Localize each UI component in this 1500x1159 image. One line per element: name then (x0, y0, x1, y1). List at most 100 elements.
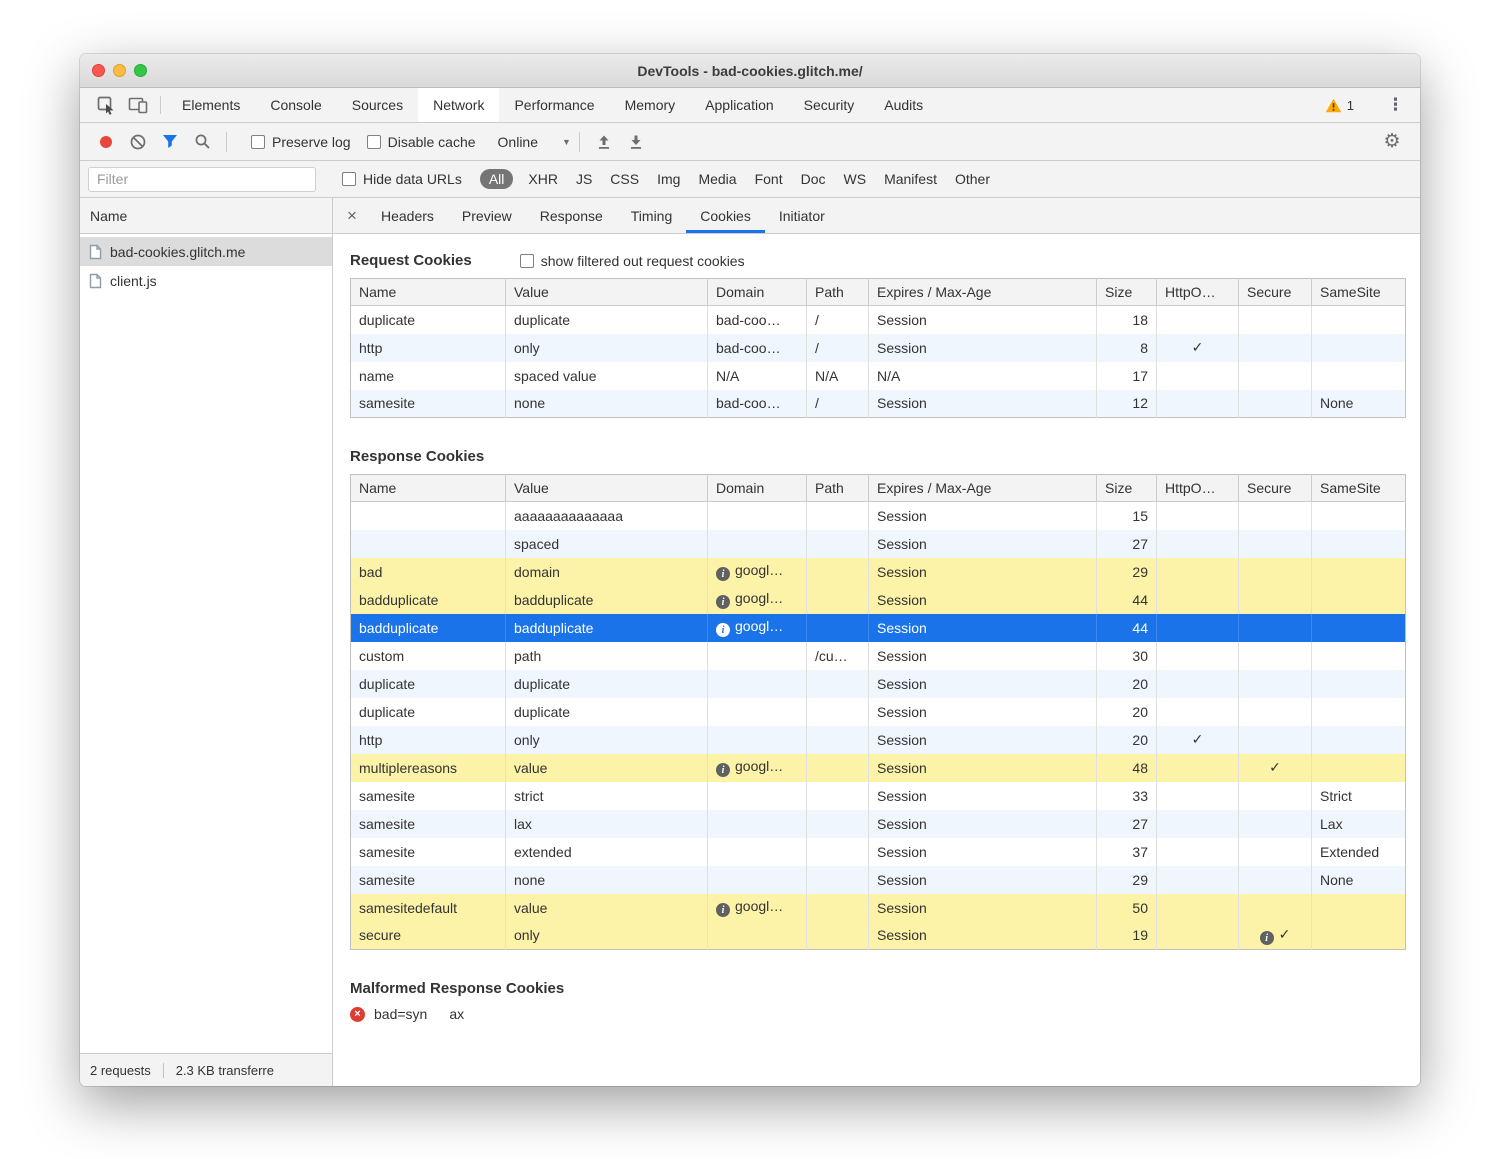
main-tab[interactable]: Memory (610, 88, 691, 122)
cookie-row[interactable]: name spaced value iN/A N/A N/A 17 (351, 362, 1406, 390)
detail-tab[interactable]: Initiator (765, 198, 839, 233)
checkbox-box[interactable] (251, 135, 265, 149)
column-header[interactable]: SameSite (1312, 475, 1406, 502)
cookie-row[interactable]: samesite strict i Session 33 i (351, 782, 1406, 810)
cookie-value: none (506, 390, 708, 418)
main-tab[interactable]: Elements (167, 88, 255, 122)
clear-button[interactable] (122, 133, 154, 151)
resource-type-filter[interactable]: XHR (528, 171, 558, 187)
request-row[interactable]: bad-cookies.glitch.me (80, 237, 332, 266)
cookie-row[interactable]: duplicate duplicate ibad-coo… / Session … (351, 306, 1406, 334)
cookie-row[interactable]: samesite extended i Session 37 (351, 838, 1406, 866)
cookie-row[interactable]: badduplicate badduplicate igoogl… Sessio… (351, 614, 1406, 642)
cookie-size: 27 (1097, 810, 1157, 838)
column-header[interactable]: Path (807, 475, 869, 502)
cookie-row[interactable]: badduplicate badduplicate igoogl… Sessio… (351, 586, 1406, 614)
column-header[interactable]: Domain (708, 475, 807, 502)
import-har-icon[interactable] (588, 134, 620, 150)
resource-type-filter[interactable]: Font (755, 171, 783, 187)
cookie-domain: iN/A (708, 362, 807, 390)
checkbox-box[interactable] (367, 135, 381, 149)
requests-column-header[interactable]: Name (80, 198, 332, 234)
request-row[interactable]: client.js (80, 266, 332, 295)
hide-data-urls-checkbox[interactable]: Hide data URLs (342, 171, 462, 187)
device-toolbar-icon[interactable] (122, 88, 154, 122)
filter-icon[interactable] (154, 134, 186, 149)
resource-type-filter[interactable]: Img (657, 171, 680, 187)
close-icon[interactable]: × (337, 198, 367, 233)
column-header[interactable]: Domain (708, 279, 807, 306)
cookie-row[interactable]: secure only i Session 19 i✓ (351, 922, 1406, 950)
column-header[interactable]: Value (506, 279, 708, 306)
checkbox-box[interactable] (520, 254, 534, 268)
cookie-row[interactable]: duplicate duplicate i Session 20 (351, 670, 1406, 698)
settings-gear-icon[interactable]: ⚙ (1374, 130, 1410, 153)
resource-type-filter[interactable]: Other (955, 171, 990, 187)
cookie-row[interactable]: custom path i /cu… Session 30 i (351, 642, 1406, 670)
cookie-row[interactable]: samesite none ibad-coo… / Session 12 (351, 390, 1406, 418)
cookie-value: spaced (506, 530, 708, 558)
resource-type-filter[interactable]: CSS (610, 171, 639, 187)
divider (226, 132, 227, 152)
column-header[interactable]: Size (1097, 279, 1157, 306)
column-header[interactable]: Name (351, 279, 506, 306)
kebab-menu-icon[interactable]: ⋮ (1375, 95, 1416, 115)
throttling-dropdown[interactable]: Online ▼ (498, 134, 571, 150)
cookie-row[interactable]: aaaaaaaaaaaaaa i Session 15 i (351, 502, 1406, 530)
main-tab[interactable]: Network (418, 88, 499, 122)
main-tab[interactable]: Performance (499, 88, 609, 122)
export-har-icon[interactable] (620, 134, 652, 150)
column-header[interactable]: Path (807, 279, 869, 306)
minimize-window-button[interactable] (113, 64, 126, 77)
filter-input[interactable] (88, 167, 316, 192)
zoom-window-button[interactable] (134, 64, 147, 77)
main-tab[interactable]: Console (255, 88, 336, 122)
column-header[interactable]: HttpO… (1157, 279, 1239, 306)
checkbox-box[interactable] (342, 172, 356, 186)
cookie-path (807, 754, 869, 782)
inspect-element-icon[interactable] (90, 88, 122, 122)
main-tab[interactable]: Security (789, 88, 870, 122)
column-header[interactable]: Expires / Max-Age (869, 279, 1097, 306)
record-button[interactable] (90, 136, 122, 148)
column-header[interactable]: Secure (1239, 279, 1312, 306)
column-header[interactable]: Size (1097, 475, 1157, 502)
detail-tab[interactable]: Preview (448, 198, 526, 233)
cookie-samesite (1312, 362, 1406, 390)
column-header[interactable]: HttpO… (1157, 475, 1239, 502)
cookie-row[interactable]: duplicate duplicate i Session 20 (351, 698, 1406, 726)
resource-type-filter[interactable]: JS (576, 171, 592, 187)
disable-cache-checkbox[interactable]: Disable cache (367, 134, 476, 150)
detail-tab[interactable]: Cookies (686, 198, 765, 233)
cookie-row[interactable]: multiplereasons value igoogl… Session 48 (351, 754, 1406, 782)
column-header[interactable]: Secure (1239, 475, 1312, 502)
resource-type-filter[interactable]: Doc (801, 171, 826, 187)
main-tab[interactable]: Audits (869, 88, 938, 122)
main-tab[interactable]: Sources (337, 88, 418, 122)
cookie-row[interactable]: samesite lax i Session 27 i (351, 810, 1406, 838)
cookie-row[interactable]: http only i Session 20 ✓ i (351, 726, 1406, 754)
column-header[interactable]: Expires / Max-Age (869, 475, 1097, 502)
search-icon[interactable] (186, 133, 218, 150)
detail-tab[interactable]: Timing (617, 198, 687, 233)
preserve-log-checkbox[interactable]: Preserve log (251, 134, 351, 150)
cookie-row[interactable]: spaced i Session 27 i (351, 530, 1406, 558)
close-window-button[interactable] (92, 64, 105, 77)
show-filtered-cookies-checkbox[interactable]: show filtered out request cookies (520, 253, 745, 269)
detail-tab[interactable]: Response (526, 198, 617, 233)
cookie-row[interactable]: bad domain igoogl… Session 29 i (351, 558, 1406, 586)
column-header[interactable]: Value (506, 475, 708, 502)
cookie-row[interactable]: samesite none i Session 29 i (351, 866, 1406, 894)
main-tab[interactable]: Application (690, 88, 789, 122)
cookie-row[interactable]: http only ibad-coo… / Session 8 ✓ (351, 334, 1406, 362)
column-header[interactable]: SameSite (1312, 279, 1406, 306)
detail-tab[interactable]: Headers (367, 198, 448, 233)
column-header[interactable]: Name (351, 475, 506, 502)
resource-type-filter[interactable]: All (480, 169, 514, 189)
resource-type-filter[interactable]: Manifest (884, 171, 937, 187)
resource-type-filter[interactable]: Media (698, 171, 736, 187)
resource-type-filter[interactable]: WS (844, 171, 867, 187)
warning-badge[interactable]: 1 (1317, 98, 1362, 113)
cookie-value: only (506, 922, 708, 950)
cookie-row[interactable]: samesitedefault value igoogl… Session 50 (351, 894, 1406, 922)
